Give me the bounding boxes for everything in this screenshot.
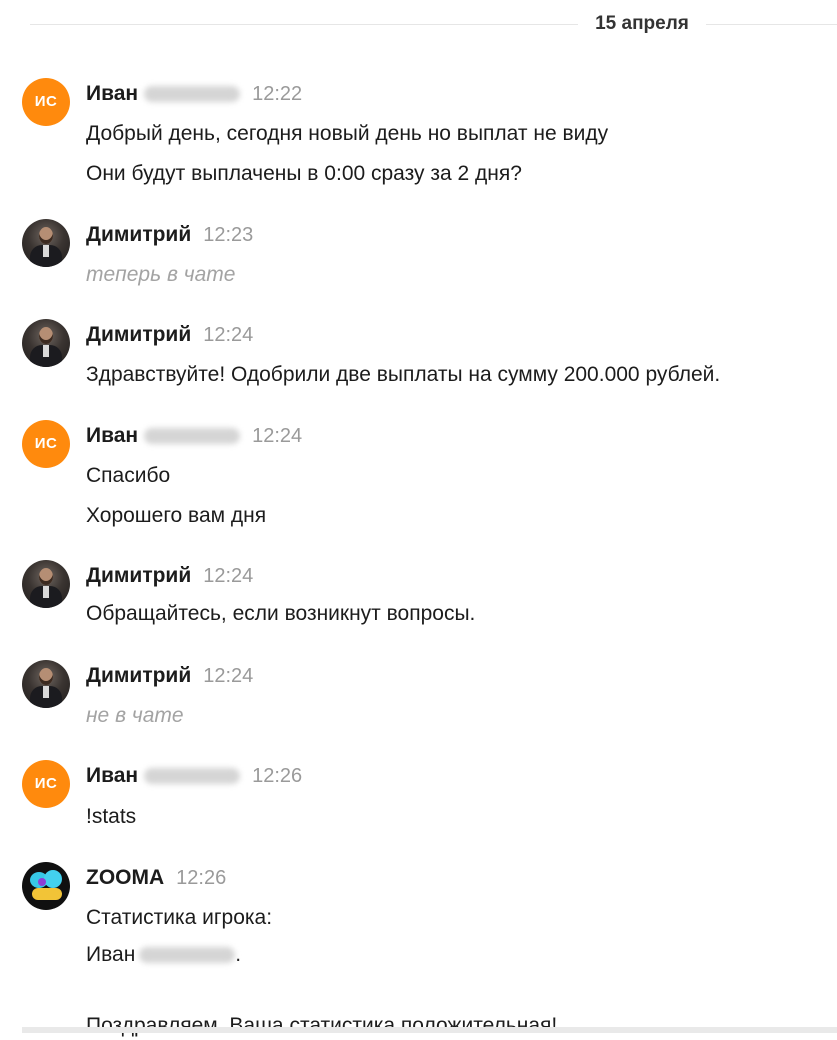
blurred-surname bbox=[144, 428, 241, 444]
avatar-head-shape bbox=[39, 568, 53, 585]
message-time: 12:24 bbox=[203, 565, 254, 587]
author-name[interactable]: Иван bbox=[86, 82, 138, 105]
blurred-surname bbox=[144, 86, 241, 102]
message-text: Обращайтесь, если возникнут вопросы. bbox=[86, 602, 476, 625]
avatar-logo-shape bbox=[44, 870, 62, 888]
message-text: Хорошего вам дня bbox=[86, 504, 267, 527]
author-name[interactable]: Димитрий bbox=[86, 223, 191, 246]
status-text: не в чате bbox=[86, 704, 184, 727]
message-text: !stats bbox=[86, 805, 137, 828]
separator-line-right bbox=[706, 24, 837, 25]
message-time: 12:24 bbox=[203, 665, 254, 687]
avatar[interactable]: ИС bbox=[22, 420, 70, 468]
avatar-head-shape bbox=[39, 668, 53, 685]
avatar-head-shape bbox=[39, 327, 53, 344]
avatar-collar-shape bbox=[43, 686, 49, 698]
avatar-logo-shape bbox=[38, 878, 46, 886]
message-text: Они будут выплачены в 0:00 сразу за 2 дн… bbox=[86, 162, 522, 185]
message-time: 12:26 bbox=[252, 765, 303, 787]
sentence-end: . bbox=[235, 943, 242, 966]
avatar[interactable] bbox=[22, 862, 70, 910]
author-name[interactable]: Димитрий bbox=[86, 323, 191, 346]
message-text: Спасибо bbox=[86, 464, 171, 487]
avatar[interactable] bbox=[22, 219, 70, 267]
message-header: ZOOMA 12:26 bbox=[86, 864, 226, 892]
avatar-collar-shape bbox=[43, 345, 49, 357]
blurred-surname bbox=[144, 768, 241, 784]
message-header: Димитрий 12:24 bbox=[86, 321, 253, 349]
author-name[interactable]: Димитрий bbox=[86, 664, 191, 687]
date-label: 15 апреля bbox=[595, 13, 689, 34]
status-text: теперь в чате bbox=[86, 263, 236, 286]
avatar-head-shape bbox=[39, 227, 53, 244]
author-name[interactable]: Димитрий bbox=[86, 564, 191, 587]
author-name[interactable]: ZOOMA bbox=[86, 866, 164, 889]
avatar-collar-shape bbox=[43, 586, 49, 598]
avatar[interactable]: ИС bbox=[22, 760, 70, 808]
message-time: 12:26 bbox=[176, 867, 227, 889]
avatar-logo-shape bbox=[32, 888, 62, 900]
composer-divider bbox=[22, 1027, 837, 1033]
message-text: Статистика игрока: bbox=[86, 906, 273, 929]
message-header: Иван 12:24 bbox=[86, 422, 302, 450]
blurred-surname bbox=[139, 947, 236, 963]
message-text-with-blur: Иван. bbox=[86, 941, 241, 969]
message-time: 12:23 bbox=[203, 224, 254, 246]
message-text: Добрый день, сегодня новый день но выпла… bbox=[86, 122, 609, 145]
message-header: Иван 12:22 bbox=[86, 80, 302, 108]
message-text: Здравствуйте! Одобрили две выплаты на су… bbox=[86, 363, 721, 386]
avatar[interactable] bbox=[22, 319, 70, 367]
date-separator: 15 апреля bbox=[0, 12, 837, 36]
avatar-collar-shape bbox=[43, 245, 49, 257]
message-text: Поздравляем. Ваша статистика положительн… bbox=[86, 1014, 558, 1037]
message-time: 12:22 bbox=[252, 83, 303, 105]
author-name[interactable]: Иван bbox=[86, 424, 138, 447]
author-name[interactable]: Иван bbox=[86, 764, 138, 787]
message-time: 12:24 bbox=[203, 324, 254, 346]
message-header: Димитрий 12:24 bbox=[86, 662, 253, 690]
avatar[interactable] bbox=[22, 660, 70, 708]
separator-line-left bbox=[30, 24, 578, 25]
player-first-name: Иван bbox=[86, 943, 136, 966]
avatar[interactable] bbox=[22, 560, 70, 608]
message-header: Димитрий 12:24 bbox=[86, 562, 253, 590]
message-time: 12:24 bbox=[252, 425, 303, 447]
message-header: Димитрий 12:23 bbox=[86, 221, 253, 249]
message-header: Иван 12:26 bbox=[86, 762, 302, 790]
avatar[interactable]: ИС bbox=[22, 78, 70, 126]
